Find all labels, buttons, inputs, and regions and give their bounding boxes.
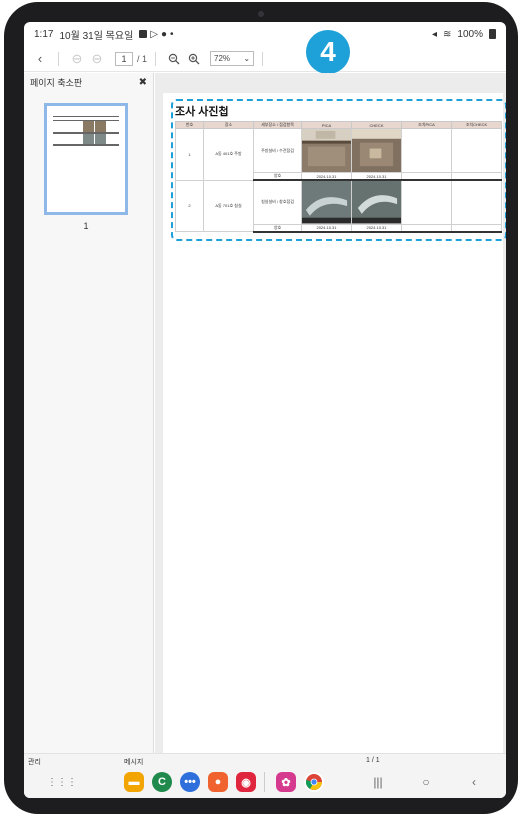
camera-app-icon[interactable]: ◉ [236,772,256,792]
next-page-button[interactable]: ⊖ [87,49,107,69]
thumbnail-preview [51,110,121,208]
zoom-out-button[interactable] [164,49,184,69]
chevron-down-icon: ⌄ [243,54,251,63]
sidebar-title: 페이지 축소판 [30,77,83,88]
contacts-icon[interactable]: ● [208,772,228,792]
chrome-icon[interactable] [304,772,324,792]
prev-page-button[interactable]: ⊖ [67,49,87,69]
wifi-icon: ≋ [443,28,452,40]
status-bar: 1:17 10월 31일 목요일 ▷ ● • ◂ ≋ 100% [24,22,506,46]
divider [155,51,157,66]
page-thumbnail[interactable] [44,103,128,215]
thumbnail-sidebar: 페이지 축소판 ✖ 1 [24,73,154,753]
highlight-box [171,99,506,241]
thumb-photo [83,134,94,144]
zoom-value: 72% [214,54,231,63]
flower-app-icon[interactable]: ✿ [276,772,296,792]
chrome-logo [306,774,322,790]
thumbnail-page-number: 1 [83,221,89,231]
apps-grid-icon[interactable]: ⋮⋮⋮ [47,774,77,790]
thumb-photo [95,121,106,132]
thumb-photo [83,121,94,132]
dot-icon: • [170,28,174,40]
page-indicator: 1 / 1 [366,757,380,764]
gallery-icon [139,30,148,38]
label-mid: 메시지 [124,759,144,766]
status-time: 1:17 [34,28,54,40]
recents-icon[interactable]: ||| [368,774,388,790]
divider [58,51,59,66]
folder-icon[interactable]: ▬ [124,772,144,792]
zoom-select[interactable]: 72% ⌄ [210,51,255,66]
sidebar-header: 페이지 축소판 ✖ [24,73,153,91]
home-icon[interactable]: ○ [416,774,436,790]
thumb-photo [95,134,106,144]
camera-icon [258,11,264,17]
back-button[interactable]: ‹ [30,49,50,69]
status-date: 10월 31일 목요일 [59,30,134,42]
document-viewport[interactable]: 조사 사진첩 번호 장소 세부장소 / 점검항목 PICA CHECK 조치PI… [155,73,506,753]
battery-icon [489,29,496,39]
zoom-in-button[interactable] [184,49,204,69]
taskbar: 관리 메시지 1 / 1 ⋮⋮⋮ ▬ C ••• ● ◉ ✿ ||| ○ ‹ [24,753,506,798]
back-nav-icon[interactable]: ‹ [464,774,484,790]
page-number-input[interactable]: 1 [115,51,133,66]
close-icon[interactable]: ✖ [139,77,147,88]
step-badge: 4 [306,30,350,74]
zoom-out-icon [168,53,180,64]
document-page: 조사 사진첩 번호 장소 세부장소 / 점검항목 PICA CHECK 조치PI… [163,93,506,753]
android-icon: ● [160,28,168,40]
thumb-line [53,116,119,117]
zoom-in-icon [188,53,200,64]
page-total: / 1 [137,53,148,64]
dock-divider [264,772,265,792]
messages-icon[interactable]: ••• [180,772,200,792]
viewer-toolbar: ‹ ⊖ ⊖ 1 / 1 72% ⌄ [24,46,506,72]
battery-text: 100% [457,28,483,40]
mute-icon: ◂ [432,28,438,40]
divider [262,51,264,66]
tablet-frame: 1:17 10월 31일 목요일 ▷ ● • ◂ ≋ 100% ‹ ⊖ ⊖ 1 … [4,2,518,814]
thumb-line [53,144,119,146]
play-icon: ▷ [150,28,158,40]
app-dock: ⋮⋮⋮ ▬ C ••• ● ◉ ✿ ||| ○ ‹ [24,770,506,796]
phone-icon[interactable]: C [152,772,172,792]
label-left: 관리 [28,759,41,766]
notification-icons: ▷ ● • [139,28,174,40]
screen: 1:17 10월 31일 목요일 ▷ ● • ◂ ≋ 100% ‹ ⊖ ⊖ 1 … [24,22,506,798]
